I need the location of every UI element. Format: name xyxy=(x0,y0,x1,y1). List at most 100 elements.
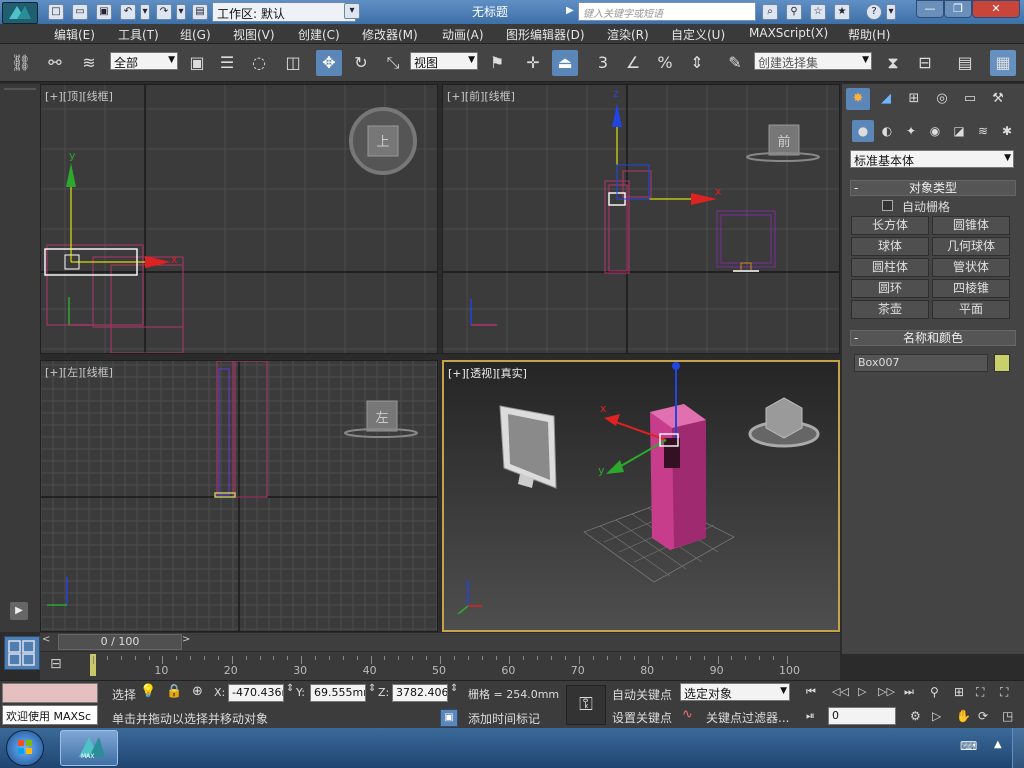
track-bar[interactable]: ⊟ 10 20 30 40 50 60 70 80 90 100 xyxy=(40,652,840,680)
key-icon[interactable]: ⚲ xyxy=(786,4,802,20)
absolute-mode-icon[interactable]: ⊕ xyxy=(192,684,203,699)
new-file-icon[interactable]: □ xyxy=(48,4,64,20)
isolate-bulb-icon[interactable]: 💡 xyxy=(140,684,156,699)
keyboard-shortcut-override-icon[interactable]: ⏏ xyxy=(552,50,578,76)
select-and-manipulate-icon[interactable]: ✛ xyxy=(520,50,546,76)
geometry-icon[interactable]: ● xyxy=(852,120,874,142)
viewport-layout-icon[interactable] xyxy=(4,636,40,670)
time-slider-thumb[interactable]: 0 / 100 xyxy=(58,634,182,650)
zoom-extents-all-icon[interactable]: ⛶ xyxy=(1000,685,1008,700)
time-config-icon[interactable]: ⚙ xyxy=(910,709,921,723)
go-to-end-icon[interactable]: ⏭ xyxy=(904,685,914,699)
named-selection-dropdown[interactable]: 创建选择集 ▼ xyxy=(754,52,872,70)
window-crossing-icon[interactable]: ◫ xyxy=(280,50,306,76)
menu-maxscript[interactable]: MAXScript(X) xyxy=(749,26,828,40)
auto-grid-checkbox[interactable] xyxy=(882,200,893,211)
taskbar-3dsmax-button[interactable]: MAX xyxy=(60,730,118,766)
time-prev-arrow-icon[interactable]: < xyxy=(42,634,56,650)
set-key-mode-icon[interactable]: ⚿ xyxy=(566,685,606,725)
tube-button[interactable]: 管状体 xyxy=(932,258,1010,277)
pivot-center-icon[interactable]: ⚑ xyxy=(484,50,510,76)
layer-manager-icon[interactable]: ▤ xyxy=(952,50,978,76)
menu-modifiers[interactable]: 修改器(M) xyxy=(362,26,418,43)
orbit-icon[interactable]: ⟳ xyxy=(978,709,988,723)
plane-button[interactable]: 平面 xyxy=(932,300,1010,319)
set-key-button[interactable]: 设置关键点 xyxy=(612,709,672,726)
maximize-button[interactable]: ❐ xyxy=(944,0,972,18)
time-next-arrow-icon[interactable]: > xyxy=(182,634,196,650)
current-frame-field[interactable]: 0 xyxy=(828,707,896,725)
undo-dropdown-icon[interactable]: ▾ xyxy=(140,4,150,20)
zoom-icon[interactable]: ⚲ xyxy=(930,685,939,699)
search-expand-icon[interactable]: ▶ xyxy=(566,5,574,16)
cylinder-button[interactable]: 圆柱体 xyxy=(851,258,929,277)
curve-editor-icon[interactable]: ⊟ xyxy=(50,656,62,672)
space-warps-icon[interactable]: ≋ xyxy=(972,120,994,142)
zoom-extents-icon[interactable]: ⛶ xyxy=(976,685,984,700)
selection-lock-icon[interactable]: 🔒 xyxy=(166,684,182,699)
redo-icon[interactable]: ↷ xyxy=(156,4,172,20)
display-tab-icon[interactable]: ▭ xyxy=(958,88,982,110)
search-input[interactable]: 键入关键字或短语 xyxy=(578,2,756,21)
spinner-snap-icon[interactable]: ⇕ xyxy=(684,50,710,76)
expand-arrow-icon[interactable]: ▶ xyxy=(10,602,28,620)
pyramid-button[interactable]: 四棱锥 xyxy=(932,279,1010,298)
add-time-tag[interactable]: 添加时间标记 xyxy=(468,710,540,727)
open-folder-icon[interactable]: ▭ xyxy=(72,4,88,20)
render-setup-icon[interactable]: ▦ xyxy=(990,50,1016,76)
viewport-front[interactable]: [+][前][线框] 前 z x xyxy=(442,84,840,354)
play-icon[interactable]: ▷ xyxy=(858,685,866,698)
time-slider[interactable]: < 0 / 100 > xyxy=(40,633,840,651)
cameras-icon[interactable]: ◉ xyxy=(924,120,946,142)
category-dropdown[interactable]: 标准基本体 ▼ xyxy=(850,150,1014,168)
utilities-tab-icon[interactable]: ⚒ xyxy=(986,88,1010,110)
key-curve-icon[interactable]: ∿ xyxy=(682,707,693,722)
viewport-top[interactable]: [+][顶][线框] 上 y x xyxy=(40,84,438,354)
percent-snap-icon[interactable]: % xyxy=(652,50,678,76)
viewport-front-label[interactable]: [+][前][线框] xyxy=(447,88,515,104)
bind-spacewarp-icon[interactable]: ≋ xyxy=(76,50,102,76)
pan-icon[interactable]: ✋ xyxy=(956,709,971,723)
menu-rendering[interactable]: 渲染(R) xyxy=(607,26,649,43)
menu-help[interactable]: 帮助(H) xyxy=(848,26,890,43)
hierarchy-tab-icon[interactable]: ⊞ xyxy=(902,88,926,110)
viewcube-top-face[interactable]: 上 xyxy=(371,131,395,150)
save-icon[interactable]: ▣ xyxy=(96,4,112,20)
shapes-icon[interactable]: ◐ xyxy=(876,120,898,142)
auto-key-button[interactable]: 自动关键点 xyxy=(612,686,672,703)
maximize-viewport-icon[interactable]: ◳ xyxy=(1002,709,1013,723)
viewport-left-label[interactable]: [+][左][线框] xyxy=(45,364,113,380)
snaps-toggle-icon[interactable]: 3 xyxy=(590,50,616,76)
viewport-top-label[interactable]: [+][顶][线框] xyxy=(45,88,113,104)
sphere-button[interactable]: 球体 xyxy=(851,237,929,256)
menu-tools[interactable]: 工具(T) xyxy=(118,26,159,43)
undo-icon[interactable]: ↶ xyxy=(120,4,136,20)
select-and-move-icon[interactable]: ✥ xyxy=(316,50,342,76)
help-dropdown-icon[interactable]: ▾ xyxy=(886,4,896,20)
tray-expand-icon[interactable]: ▲ xyxy=(994,739,1002,750)
menu-graph-editors[interactable]: 图形编辑器(D) xyxy=(506,26,585,43)
align-icon[interactable]: ⊟ xyxy=(912,50,938,76)
x-spinner-icon[interactable]: ⇕ xyxy=(286,683,294,694)
menu-edit[interactable]: 编辑(E) xyxy=(54,26,95,43)
y-spinner-icon[interactable]: ⇕ xyxy=(368,683,376,694)
reference-coordinate-dropdown[interactable]: 视图 ▼ xyxy=(410,52,478,70)
object-color-swatch[interactable] xyxy=(994,354,1010,372)
minimize-button[interactable]: — xyxy=(916,0,944,18)
lights-icon[interactable]: ✦ xyxy=(900,120,922,142)
motion-tab-icon[interactable]: ◎ xyxy=(930,88,954,110)
viewport-perspective[interactable]: [+][透视][真实] x y xyxy=(442,360,840,632)
unlink-icon[interactable]: ⚯ xyxy=(42,50,68,76)
object-name-field[interactable]: Box007 xyxy=(854,354,988,372)
menu-customize[interactable]: 自定义(U) xyxy=(671,26,725,43)
edit-named-selection-icon[interactable]: ✎ xyxy=(722,50,748,76)
key-filters-button[interactable]: 关键点过滤器... xyxy=(706,709,789,726)
redo-dropdown-icon[interactable]: ▾ xyxy=(176,4,186,20)
binoculars-icon[interactable]: ⌕ xyxy=(762,4,778,20)
start-button-icon[interactable] xyxy=(6,730,44,766)
show-desktop-button[interactable] xyxy=(1012,728,1024,768)
z-spinner-icon[interactable]: ⇕ xyxy=(450,683,458,694)
favorites-icon[interactable]: ★ xyxy=(834,4,850,20)
cone-button[interactable]: 圆锥体 xyxy=(932,216,1010,235)
selection-region-icon[interactable]: ◌ xyxy=(246,50,272,76)
